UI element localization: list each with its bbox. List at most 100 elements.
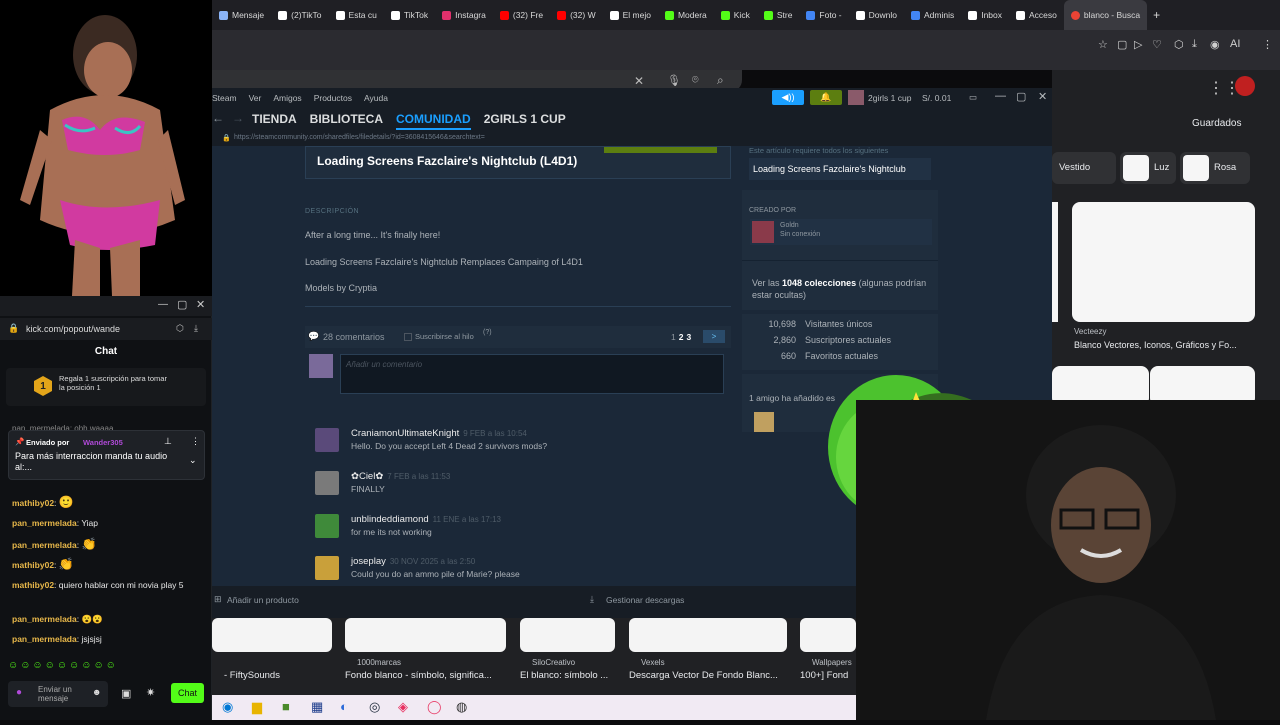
favorite-icon[interactable]: ♡: [1152, 38, 1162, 51]
user-name[interactable]: 2girls 1 cup: [868, 93, 911, 103]
friend-avatar[interactable]: [754, 412, 774, 432]
mic-icon[interactable]: ●: [16, 687, 22, 698]
creator-card[interactable]: Goldn Sin conexión: [750, 219, 932, 245]
recorder-icon[interactable]: ◈: [398, 699, 408, 715]
result-title[interactable]: Blanco Vectores, Iconos, Gráficos y Fo..…: [1074, 340, 1237, 350]
result-image[interactable]: [212, 618, 332, 652]
edge-icon[interactable]: ◉: [222, 699, 233, 715]
user-avatar[interactable]: [848, 90, 864, 105]
play-icon[interactable]: ▷: [1134, 38, 1142, 51]
commenter-avatar[interactable]: [315, 471, 339, 495]
filter-chip[interactable]: Rosa: [1180, 152, 1250, 184]
result-image[interactable]: [800, 618, 856, 652]
browser-tab[interactable]: Acceso: [1009, 0, 1064, 30]
result-title[interactable]: Fondo blanco - símbolo, significa...: [345, 670, 492, 681]
downloads-icon[interactable]: ⤓: [1192, 38, 1197, 51]
next-page-button[interactable]: >: [703, 330, 725, 343]
collections-panel[interactable]: Ver las 1048 colecciones (algunas podría…: [742, 260, 938, 310]
commenter-name-link[interactable]: ✿Ciel✿: [351, 471, 383, 482]
maximize-icon[interactable]: ▢: [177, 298, 187, 311]
result-title[interactable]: - FiftySounds: [224, 670, 280, 681]
emoji-icon[interactable]: ☻: [92, 687, 101, 697]
saved-link[interactable]: Guardados: [1192, 118, 1241, 129]
clear-icon[interactable]: ✕: [634, 74, 644, 88]
result-title[interactable]: Descarga Vector De Fondo Blanc...: [629, 670, 778, 681]
result-image[interactable]: [629, 618, 787, 652]
browser-tab-active[interactable]: blanco - Busca: [1063, 0, 1148, 30]
commenter-name-link[interactable]: unblindeddiamond: [351, 514, 429, 525]
steam-menu-item[interactable]: Ayuda: [364, 93, 388, 103]
steam-menu-item[interactable]: Amigos: [273, 93, 301, 103]
forward-icon[interactable]: →: [232, 111, 244, 125]
chevron-down-icon[interactable]: ⌄: [189, 455, 197, 466]
big-picture-icon[interactable]: ▭: [969, 92, 977, 103]
commenter-avatar[interactable]: [315, 428, 339, 452]
chat-send-button[interactable]: Chat: [171, 683, 204, 703]
collections-count[interactable]: 1048 colecciones: [782, 278, 856, 288]
extensions-icon[interactable]: ⬡: [176, 323, 184, 334]
chat-input[interactable]: ● Enviar un mensaje ☻: [8, 681, 108, 707]
result-image[interactable]: [345, 618, 506, 652]
commenter-name-link[interactable]: joseplay: [351, 556, 386, 567]
profile-icon[interactable]: ◉: [1210, 38, 1220, 51]
creator-name[interactable]: Goldn: [780, 222, 799, 229]
chat-username[interactable]: pan_mermelada: [12, 540, 77, 550]
close-icon[interactable]: ✕: [196, 298, 205, 311]
app-icon[interactable]: ▦: [311, 699, 323, 715]
add-icon[interactable]: ⊞: [214, 594, 222, 605]
browser-tab[interactable]: Esta cu: [329, 0, 384, 30]
browser-tab[interactable]: Inbox: [961, 0, 1009, 30]
steam-url[interactable]: https://steamcommunity.com/sharedfiles/f…: [234, 134, 485, 141]
mic-icon[interactable]: 🎙: [667, 74, 681, 87]
extensions-icon[interactable]: ⬡: [1174, 38, 1184, 51]
creator-avatar[interactable]: [752, 221, 774, 243]
steam-nav-item[interactable]: COMUNIDAD: [396, 110, 471, 130]
subscribe-thread-checkbox[interactable]: [404, 333, 412, 341]
minimize-icon[interactable]: —: [158, 299, 168, 310]
result-image[interactable]: [520, 618, 615, 652]
commenter-avatar[interactable]: [315, 556, 339, 580]
steam-menu-item[interactable]: Steam: [212, 93, 237, 103]
required-item-box[interactable]: Loading Screens Fazclaire's Nightclub: [749, 158, 931, 180]
image-result-card[interactable]: SiloCreativo El blanco: símbolo ...: [520, 605, 635, 695]
new-tab-button[interactable]: +: [1147, 8, 1166, 22]
browser-tab[interactable]: (32) W: [550, 0, 603, 30]
browser-tab[interactable]: Stre: [757, 0, 800, 30]
collections-text[interactable]: Ver las 1048 colecciones (algunas podría…: [752, 277, 928, 301]
gift-icon[interactable]: ▣: [121, 687, 131, 700]
manage-downloads-button[interactable]: Gestionar descargas: [606, 595, 684, 605]
chat-username[interactable]: pan_mermelada: [12, 518, 77, 528]
chat-username[interactable]: pan_mermelada: [12, 614, 77, 624]
more-icon[interactable]: ⋮: [191, 436, 200, 447]
pinned-message[interactable]: 📌 Enviado por Wander305 ⊥ ⋮ Para más int…: [8, 430, 205, 480]
add-product-button[interactable]: Añadir un producto: [227, 595, 299, 605]
comment-input[interactable]: Añadir un comentario: [340, 354, 724, 394]
folder-icon[interactable]: ▆: [252, 699, 262, 715]
minecraft-icon[interactable]: ■: [282, 699, 290, 714]
page-link[interactable]: 3: [686, 332, 691, 342]
popout-url[interactable]: kick.com/popout/wande: [26, 324, 120, 334]
chat-username[interactable]: mathiby02: [12, 498, 54, 508]
result-title[interactable]: 100+] Fond: [800, 670, 848, 681]
steam-menu-item[interactable]: Productos: [314, 93, 352, 103]
result-image-white[interactable]: [1072, 202, 1255, 322]
account-avatar[interactable]: [1235, 76, 1255, 96]
required-item[interactable]: Loading Screens Fazclaire's Nightclub: [753, 164, 906, 174]
back-icon[interactable]: ←: [212, 111, 224, 125]
subscribe-thread-label[interactable]: Suscribirse al hilo: [415, 332, 474, 341]
browser-tab[interactable]: Instagra: [435, 0, 493, 30]
browser-tab[interactable]: (2)TikTo: [271, 0, 328, 30]
browser-tab[interactable]: Foto -: [799, 0, 848, 30]
gift-subs-banner[interactable]: 1 Regala 1 suscripción para tomar la pos…: [6, 368, 206, 406]
search-icon[interactable]: ⌕: [717, 73, 724, 88]
chat-username[interactable]: pan_mermelada: [12, 634, 77, 644]
steam-icon[interactable]: ◎: [369, 699, 380, 715]
chat-username[interactable]: mathiby02: [12, 560, 54, 570]
edge-dev-icon[interactable]: ◐: [340, 699, 348, 714]
browser-tab[interactable]: TikTok: [384, 0, 435, 30]
ai-button[interactable]: AI: [1230, 38, 1240, 50]
browser-tab[interactable]: (32) Fre: [493, 0, 550, 30]
subscribe-button-edge[interactable]: [604, 147, 717, 153]
downloads-icon[interactable]: ⤓: [590, 594, 594, 605]
chat-username[interactable]: mathiby02: [12, 580, 54, 590]
